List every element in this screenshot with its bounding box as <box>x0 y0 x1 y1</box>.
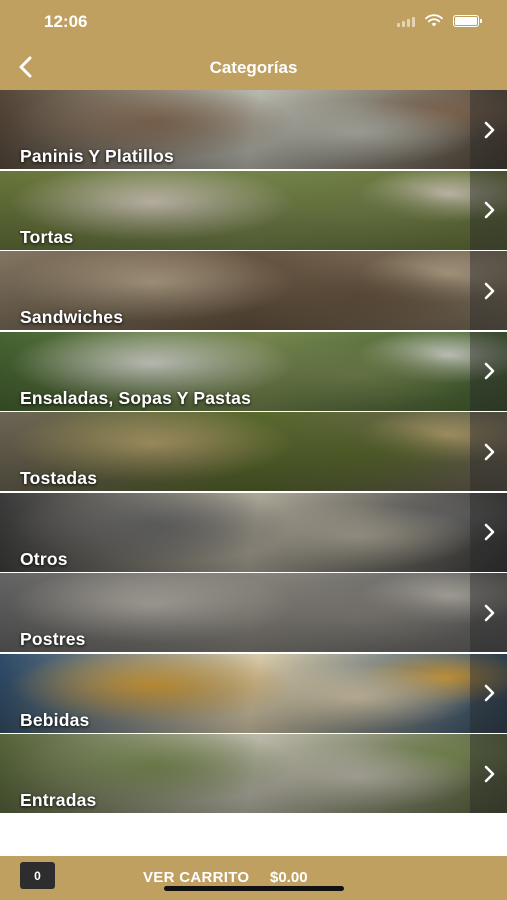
chevron-right-icon <box>484 684 494 702</box>
cart-total: $0.00 <box>270 869 308 886</box>
category-label: Entradas <box>20 790 97 810</box>
category-label: Paninis Y Platillos <box>20 146 174 166</box>
signal-icon <box>397 15 415 27</box>
chevron-right-icon <box>484 362 494 380</box>
category-row[interactable]: Entradas <box>0 734 507 813</box>
category-label: Ensaladas, Sopas Y Pastas <box>20 387 252 408</box>
list-footer-space <box>0 820 507 856</box>
category-label: Sandwiches <box>20 307 124 327</box>
category-chevron-strip <box>470 331 507 411</box>
chevron-right-icon <box>484 765 494 782</box>
category-label: Postres <box>20 629 86 649</box>
status-time: 12:06 <box>44 12 88 31</box>
category-label: Otros <box>20 548 68 569</box>
category-chevron-strip <box>470 492 507 572</box>
chevron-right-icon <box>484 282 494 299</box>
page-title: Categorías <box>209 58 298 77</box>
category-row[interactable]: Bebidas <box>0 653 507 733</box>
category-row[interactable]: Tostadas <box>0 412 507 491</box>
category-row[interactable]: Paninis Y Platillos <box>0 90 507 169</box>
category-chevron-strip <box>470 653 507 733</box>
chevron-right-icon <box>484 604 494 621</box>
chevron-right-icon <box>484 443 494 460</box>
category-row[interactable]: Otros <box>0 492 507 572</box>
cart-bar[interactable]: 0 VER CARRITO $0.00 <box>0 856 507 900</box>
chevron-right-icon <box>484 121 494 138</box>
category-list: Paninis Y Platillos Tortas Sandwiches Ensal… <box>0 90 507 815</box>
category-label: Tostadas <box>20 468 98 488</box>
category-row[interactable]: Sandwiches <box>0 251 507 330</box>
category-chevron-strip <box>470 734 507 813</box>
home-indicator <box>164 886 344 891</box>
category-chevron-strip <box>470 573 507 652</box>
chevron-right-icon <box>484 201 494 219</box>
view-cart-label[interactable]: VER CARRITO <box>143 869 249 886</box>
category-label: Tortas <box>20 226 74 247</box>
chevron-right-icon <box>484 523 494 541</box>
category-row[interactable]: Tortas <box>0 170 507 250</box>
category-chevron-strip <box>470 90 507 169</box>
category-label: Bebidas <box>20 709 90 730</box>
category-row[interactable]: Postres <box>0 573 507 652</box>
category-row[interactable]: Ensaladas, Sopas Y Pastas <box>0 331 507 411</box>
category-chevron-strip <box>470 412 507 491</box>
battery-icon <box>453 14 482 27</box>
category-chevron-strip <box>470 251 507 330</box>
category-chevron-strip <box>470 170 507 250</box>
photo-overlay <box>0 492 507 572</box>
status-icons <box>397 14 482 27</box>
wifi-icon <box>425 14 443 27</box>
photo-overlay <box>0 170 507 250</box>
cart-count-badge: 0 <box>20 862 55 889</box>
header-bar: 12:06 Categorías <box>0 0 507 90</box>
